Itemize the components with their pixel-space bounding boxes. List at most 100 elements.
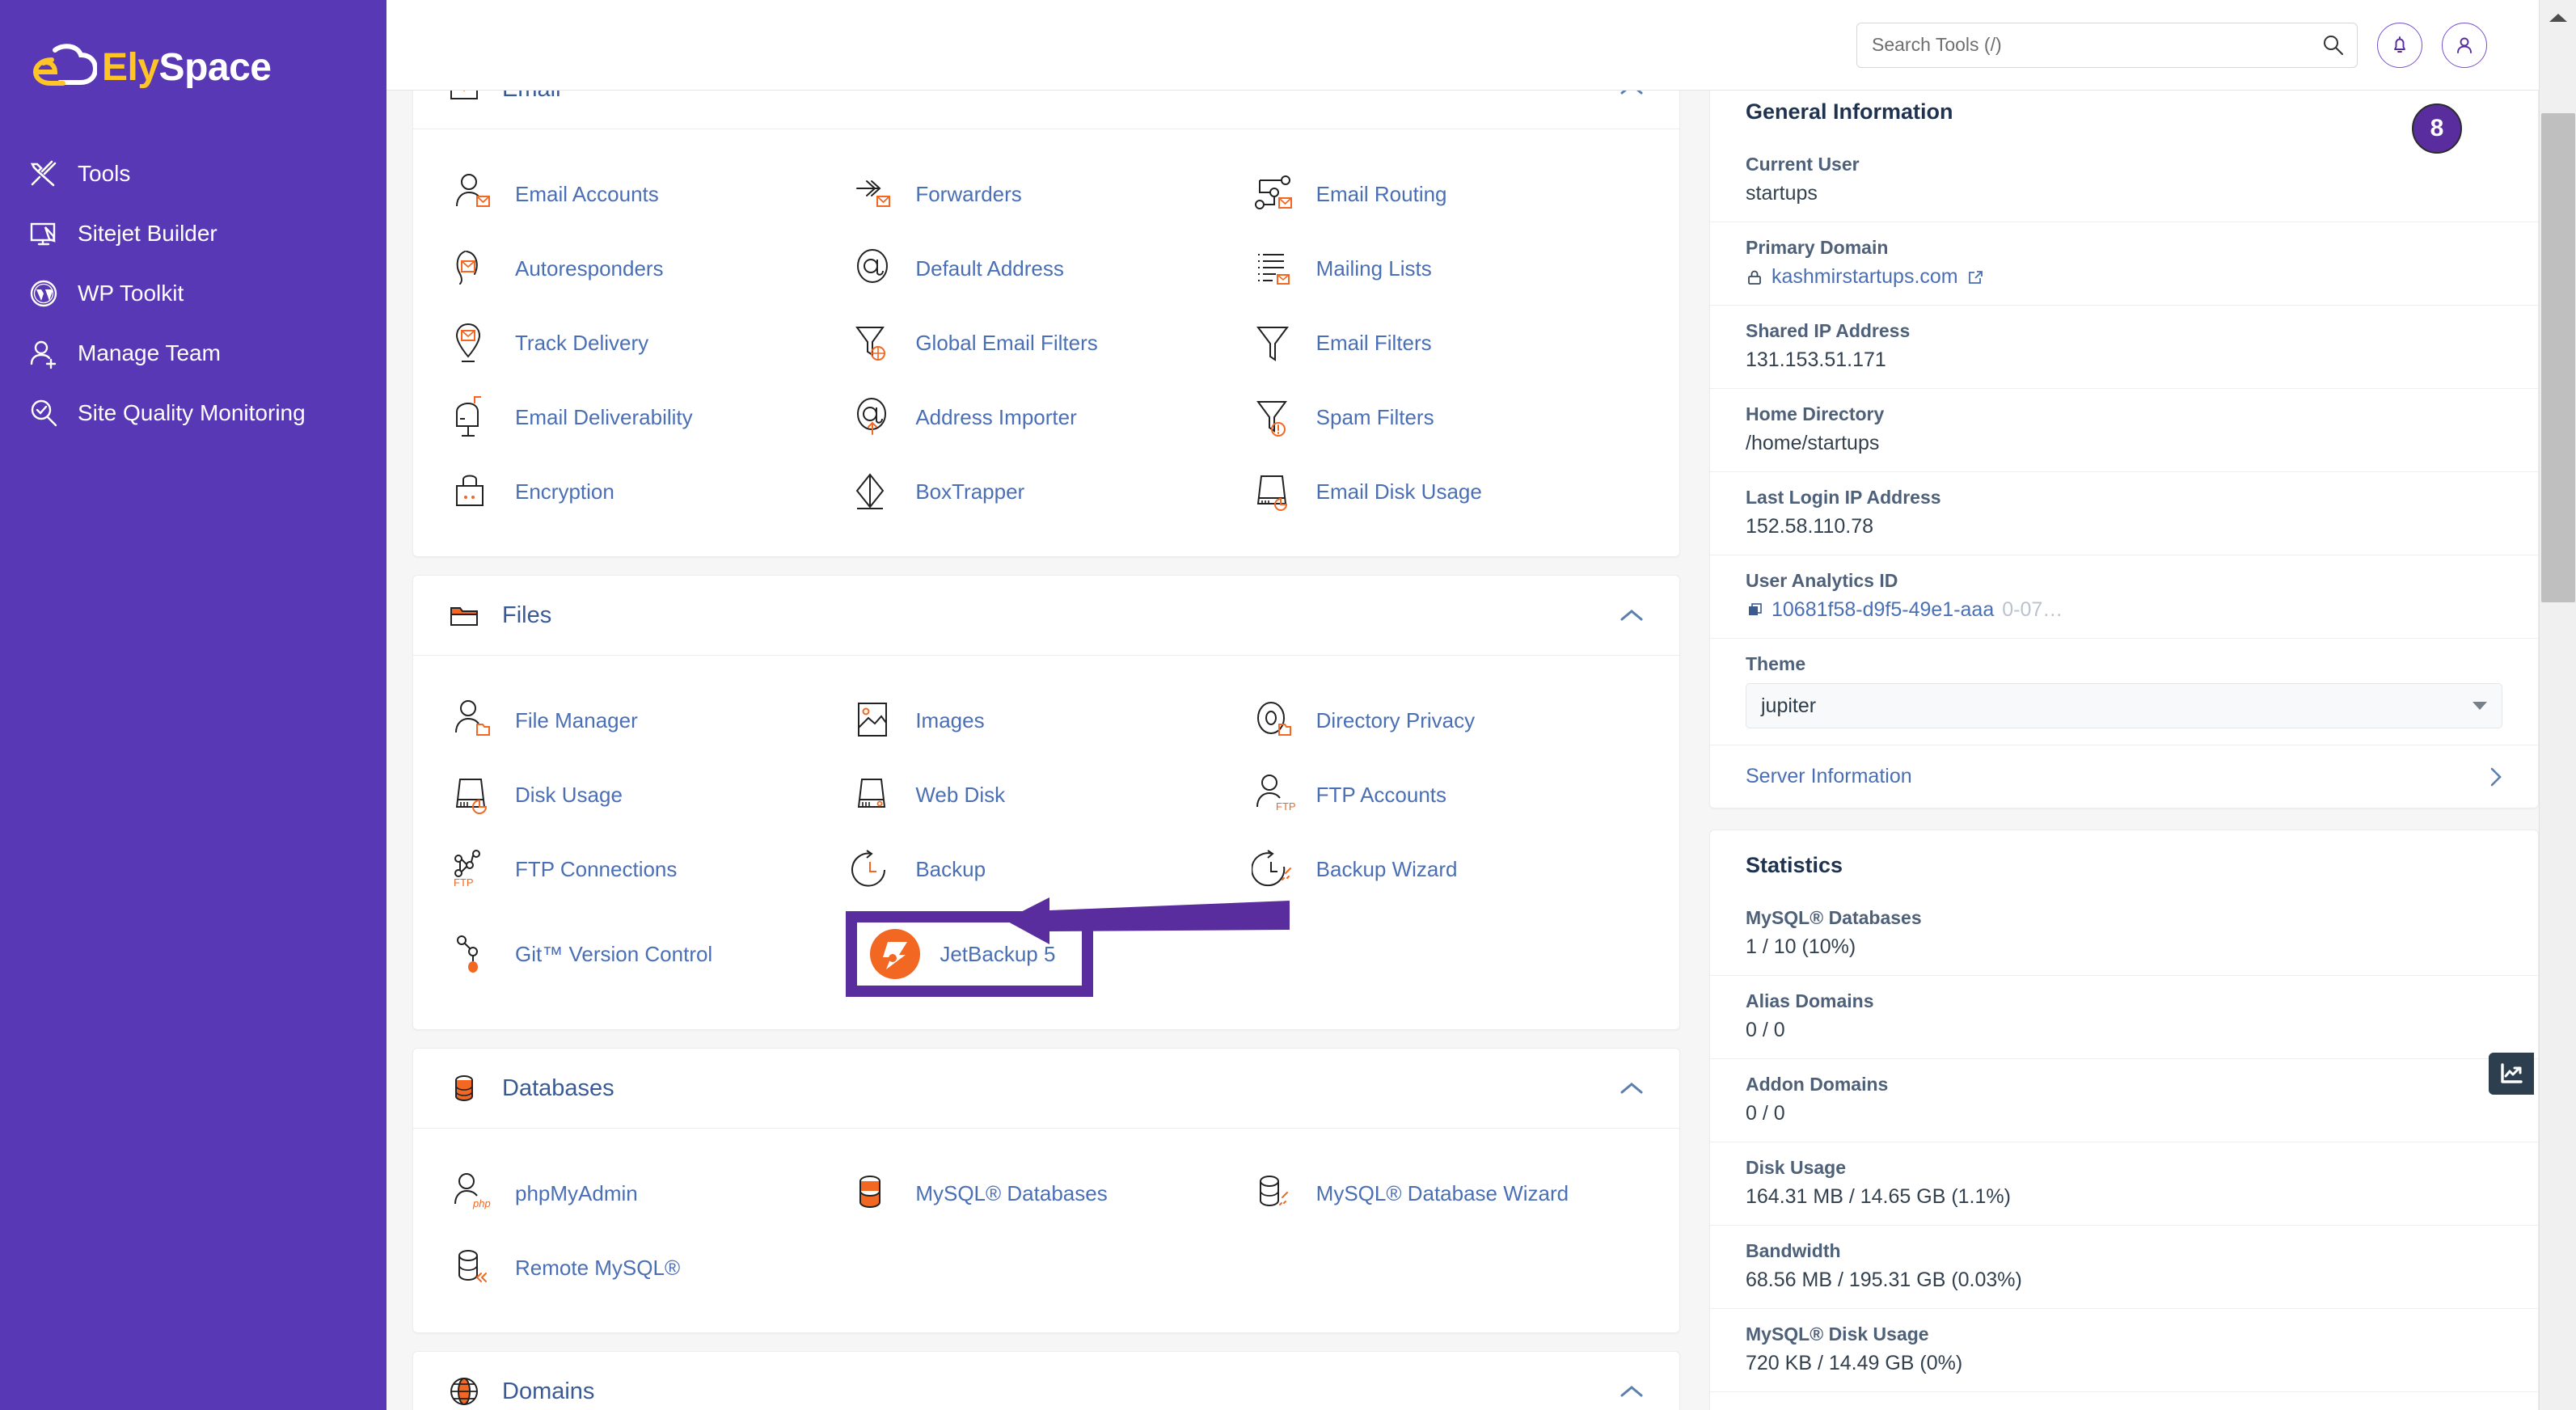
tool-boxtrapper[interactable]: BoxTrapper <box>846 454 1246 529</box>
wordpress-icon <box>30 280 57 307</box>
account-button[interactable] <box>2442 22 2487 68</box>
search-container <box>1856 22 2358 68</box>
section-domains-header[interactable]: Domains <box>413 1352 1679 1410</box>
tool-remote-mysql[interactable]: Remote MySQL® <box>446 1231 846 1305</box>
tool-address-importer[interactable]: Address Importer <box>846 380 1246 454</box>
tool-label: Spam Filters <box>1315 404 1434 429</box>
theme-select[interactable]: jupiter <box>1746 683 2502 728</box>
tool-email-routing[interactable]: Email Routing <box>1247 157 1647 231</box>
notifications-button[interactable] <box>2377 22 2422 68</box>
section-email: Email Accounts Forwarders Email Routing … <box>412 49 1680 557</box>
search-icon[interactable] <box>2322 34 2345 57</box>
tool-grid: php phpMyAdmin MySQL® Databases MySQL® D… <box>446 1156 1647 1305</box>
stat-label: Addon Domains <box>1746 1074 1889 1095</box>
stat-label: MySQL® Disk Usage <box>1746 1323 1929 1345</box>
info-value-wrapper: kashmirstartups.com <box>1746 265 2502 289</box>
search-input[interactable] <box>1856 22 2358 68</box>
external-link-icon[interactable] <box>1966 268 1984 286</box>
annotation-badge-8: 8 <box>2412 103 2462 154</box>
tool-autoresponders[interactable]: Autoresponders <box>446 231 846 306</box>
chevron-up-icon[interactable] <box>1620 1384 1644 1399</box>
stat-value: 720 KB / 14.49 GB (0%) <box>1746 1352 1963 1374</box>
tool-label: Backup Wizard <box>1315 856 1458 881</box>
section-files: Files File Manager Images Directory Priv… <box>412 575 1680 1030</box>
tool-mysql-database-wizard[interactable]: MySQL® Database Wizard <box>1247 1156 1647 1231</box>
brand-logo-block[interactable]: ElySpace <box>0 0 386 92</box>
chevron-up-icon[interactable] <box>1620 1081 1644 1095</box>
tool-phpmyadmin[interactable]: php phpMyAdmin <box>446 1156 846 1231</box>
section-databases-header[interactable]: Databases <box>413 1049 1679 1129</box>
copy-icon[interactable] <box>1746 602 1763 619</box>
scroll-up-button[interactable] <box>2540 0 2576 36</box>
tool-ftp-accounts[interactable]: FTP FTP Accounts <box>1247 758 1647 832</box>
directory-privacy-icon <box>1256 702 1291 736</box>
tool-backup[interactable]: Backup <box>846 832 1246 906</box>
sidebar-item-tools[interactable]: Tools <box>0 144 386 204</box>
section-files-body: File Manager Images Directory Privacy Di… <box>413 656 1679 1029</box>
chevron-up-icon[interactable] <box>1620 608 1644 623</box>
mysql-wizard-icon <box>1259 1176 1288 1206</box>
tool-email-deliverability[interactable]: Email Deliverability <box>446 380 846 454</box>
primary-domain-link[interactable]: kashmirstartups.com <box>1772 265 1958 289</box>
sidebar: ElySpace Tools Sitejet Builder WP Toolki… <box>0 0 386 1410</box>
remote-mysql-icon <box>458 1250 487 1282</box>
tool-file-manager[interactable]: File Manager <box>446 683 846 758</box>
info-label: Shared IP Address <box>1746 320 1911 341</box>
info-row-home-directory: Home Directory /home/startups <box>1710 388 2538 471</box>
stat-value: 0 / 0 <box>1746 1019 1785 1041</box>
mailing-lists-icon <box>1257 254 1290 285</box>
tool-directory-privacy[interactable]: Directory Privacy <box>1247 683 1647 758</box>
tool-track-delivery[interactable]: Track Delivery <box>446 306 846 380</box>
ftp-connections-icon: FTP <box>454 850 480 889</box>
user-analytics-id-link[interactable]: 10681f58-d9f5-49e1-aaa <box>1772 598 1994 622</box>
email-disk-usage-icon <box>1256 475 1287 511</box>
email-routing-icon <box>1254 175 1292 209</box>
stat-row-alias-domains: Alias Domains 0 / 0 <box>1710 975 2538 1058</box>
tool-label: Email Filters <box>1315 330 1432 355</box>
scrollbar-thumb[interactable] <box>2541 113 2575 602</box>
annotation-badge-number: 8 <box>2430 115 2444 141</box>
tool-default-address[interactable]: Default Address <box>846 231 1246 306</box>
tool-web-disk[interactable]: Web Disk <box>846 758 1246 832</box>
tool-backup-wizard[interactable]: Backup Wizard <box>1247 832 1647 906</box>
tool-encryption[interactable]: Encryption <box>446 454 846 529</box>
tools-icon <box>30 160 57 187</box>
tool-label: Global Email Filters <box>915 330 1098 355</box>
tool-email-disk-usage[interactable]: Email Disk Usage <box>1247 454 1647 529</box>
tool-mailing-lists[interactable]: Mailing Lists <box>1247 231 1647 306</box>
info-row-last-login-ip: Last Login IP Address 152.58.110.78 <box>1710 471 2538 555</box>
tool-label: FTP Connections <box>515 856 678 881</box>
tool-label: MySQL® Databases <box>915 1180 1108 1205</box>
sidebar-item-label: Site Quality Monitoring <box>78 400 306 425</box>
tool-disk-usage[interactable]: Disk Usage <box>446 758 846 832</box>
content-scroll-area[interactable]: Email Accounts Forwarders Email Routing … <box>386 49 2539 1410</box>
analytics-widget-button[interactable] <box>2489 1053 2534 1095</box>
tool-email-accounts[interactable]: Email Accounts <box>446 157 846 231</box>
tool-label: Backup <box>915 856 986 881</box>
sidebar-item-wp-toolkit[interactable]: WP Toolkit <box>0 264 386 323</box>
sidebar-item-sitejet-builder[interactable]: Sitejet Builder <box>0 204 386 264</box>
tool-email-filters[interactable]: Email Filters <box>1247 306 1647 380</box>
tool-global-email-filters[interactable]: Global Email Filters <box>846 306 1246 380</box>
tool-label: Forwarders <box>915 181 1022 206</box>
tool-mysql-databases[interactable]: MySQL® Databases <box>846 1156 1246 1231</box>
section-domains: Domains WP Toolkit <box>412 1351 1680 1410</box>
git-icon <box>457 935 478 973</box>
statistics-panel: Statistics MySQL® Databases 1 / 10 (10%)… <box>1709 830 2539 1410</box>
stat-label: Subdomains <box>1746 1407 2502 1410</box>
tool-spam-filters[interactable]: Spam Filters <box>1247 380 1647 454</box>
server-information-link[interactable]: Server Information <box>1710 745 2538 808</box>
info-row-primary-domain: Primary Domain kashmirstartups.com <box>1710 222 2538 305</box>
sidebar-item-manage-team[interactable]: Manage Team <box>0 323 386 383</box>
tool-grid: Email Accounts Forwarders Email Routing … <box>446 157 1647 529</box>
tool-git-version-control[interactable]: Git™ Version Control <box>446 906 846 1002</box>
section-files-header[interactable]: Files <box>413 576 1679 656</box>
tool-label: BoxTrapper <box>915 479 1025 504</box>
vertical-scrollbar[interactable] <box>2539 0 2576 1410</box>
tool-jetbackup-5[interactable]: JetBackup 5 <box>846 911 1094 997</box>
tool-label: MySQL® Database Wizard <box>1315 1180 1569 1205</box>
sidebar-item-site-quality-monitoring[interactable]: Site Quality Monitoring <box>0 383 386 443</box>
tool-forwarders[interactable]: Forwarders <box>846 157 1246 231</box>
tool-images[interactable]: Images <box>846 683 1246 758</box>
tool-ftp-connections[interactable]: FTP FTP Connections <box>446 832 846 906</box>
